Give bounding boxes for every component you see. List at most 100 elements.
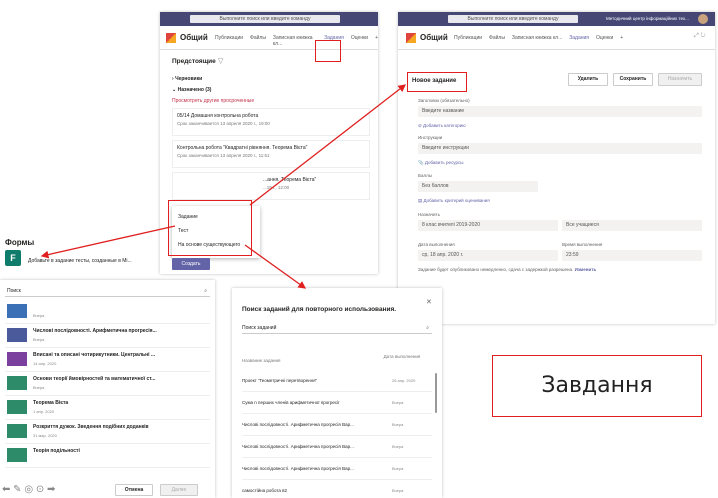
card-title: 05/14 Домашня контрольна робота bbox=[177, 113, 259, 119]
change-link[interactable]: Изменить bbox=[575, 267, 597, 272]
reuse-list: Проект "Геометричні перетворення" 26 апр.… bbox=[242, 370, 432, 498]
schedule-note: Задание будет опубликовано немедленно, с… bbox=[418, 267, 596, 272]
reuse-row[interactable]: Числові послідовності. Арифметична прогр… bbox=[242, 414, 432, 436]
avatar[interactable] bbox=[698, 14, 708, 24]
reuse-row-date: 26 апр. 2020 bbox=[392, 378, 416, 383]
due-date-input[interactable]: ср, 18 апр. 2020 г. bbox=[418, 250, 558, 261]
add-category-link[interactable]: ⊘ Добавить категорию bbox=[418, 123, 466, 129]
filter-icon[interactable]: ▽ bbox=[218, 57, 223, 65]
forms-search-input[interactable]: Поиск ⌕ bbox=[5, 285, 210, 297]
reuse-row[interactable]: самостійна робота в2 Вчера bbox=[242, 480, 432, 498]
note-text: Задание будет опубликовано немедленно, с… bbox=[418, 267, 574, 272]
tab-assignments[interactable]: Задания bbox=[569, 35, 589, 41]
add-rubric-label: Добавить критерий оценивания bbox=[423, 198, 490, 203]
save-button[interactable]: Сохранить bbox=[613, 73, 653, 86]
points-label: Баллы bbox=[418, 173, 432, 178]
instructions-input[interactable]: Введите инструкции bbox=[418, 143, 702, 154]
title-label: Заголовок (обязательно) bbox=[418, 98, 470, 103]
form-date: 31 мар. 2020 bbox=[33, 433, 57, 438]
reuse-row[interactable]: Сума n перших членів арифметичної прогре… bbox=[242, 392, 432, 414]
form-title: Теорема Вієта bbox=[33, 400, 69, 406]
reuse-row-date: Вчера bbox=[392, 444, 404, 449]
search-placeholder: Поиск заданий bbox=[242, 325, 277, 331]
channel-tabs: Публикации Файлы Записная книжка кл... З… bbox=[215, 35, 378, 47]
tab-add[interactable]: + bbox=[620, 35, 623, 41]
dialog-search-input[interactable]: Поиск заданий ⌕ bbox=[242, 322, 432, 334]
search-circle-icon[interactable]: ◎ bbox=[24, 484, 33, 495]
tab-grades[interactable]: Оценки bbox=[596, 35, 613, 41]
form-item[interactable]: Теорія подільності bbox=[5, 444, 210, 468]
col-date-header[interactable]: Дата выполнения bbox=[382, 354, 422, 359]
tab-grades[interactable]: Оценки bbox=[351, 35, 368, 47]
command-search[interactable]: Выполните поиск или введите команду bbox=[448, 15, 578, 23]
assignment-card[interactable]: Контрольна робота "Квадратні рівняння. Т… bbox=[172, 140, 370, 168]
col-name-header[interactable]: Название задания bbox=[242, 358, 281, 363]
tab-posts[interactable]: Публикации bbox=[454, 35, 482, 41]
upcoming-heading: Предстоящие bbox=[172, 58, 216, 65]
search-icon[interactable]: ⌕ bbox=[204, 285, 207, 297]
form-date: 1 апр. 2020 bbox=[33, 409, 55, 414]
form-item[interactable]: Основи теорії ймовірностей та математичн… bbox=[5, 372, 210, 396]
add-category-label: Добавить категорию bbox=[423, 123, 466, 128]
reuse-row-name: Числові послідовності. Арифметична прогр… bbox=[242, 466, 354, 471]
reuse-row[interactable]: Числові послідовності. Арифметична прогр… bbox=[242, 436, 432, 458]
students-select[interactable]: Все учащиеся bbox=[562, 220, 702, 231]
forms-list: Вчера Числові послідовності. Арифметична … bbox=[5, 300, 210, 470]
dialog-title: Поиск заданий для повторного использован… bbox=[242, 306, 397, 313]
reuse-row[interactable]: Проект "Геометричні перетворення" 26 апр.… bbox=[242, 370, 432, 392]
tab-files[interactable]: Файлы bbox=[250, 35, 266, 47]
reuse-row[interactable]: Числові послідовності. Арифметична прогр… bbox=[242, 458, 432, 480]
scrollbar[interactable] bbox=[435, 373, 437, 413]
add-rubric-link[interactable]: ▤ Добавить критерий оценивания bbox=[418, 198, 490, 204]
search-icon[interactable]: ⌕ bbox=[426, 322, 429, 334]
expand-icon[interactable]: ⤢ ↻ bbox=[694, 33, 706, 40]
card-title: Контрольна робота "Квадратні рівняння. Т… bbox=[177, 145, 308, 151]
due-time-input[interactable]: 23:59 bbox=[562, 250, 702, 261]
more-icon[interactable]: ⊙ bbox=[36, 484, 44, 495]
next-button[interactable]: Далее bbox=[160, 484, 198, 496]
overdue-link[interactable]: Просмотреть другие просроченные bbox=[172, 98, 254, 104]
tab-add[interactable]: + bbox=[375, 35, 378, 47]
tab-notebook[interactable]: Записная книжка кл... bbox=[273, 35, 317, 47]
assigned-toggle[interactable]: ⌄ Назначено (3) bbox=[172, 87, 211, 93]
assignment-card[interactable]: ...ання. Теорема Вієта" ...19 г., 12:00 bbox=[172, 172, 370, 200]
tab-posts[interactable]: Публикации bbox=[215, 35, 243, 47]
top-bar: Выполните поиск или введите команду Мето… bbox=[398, 12, 715, 26]
command-search[interactable]: Выполните поиск или введите команду bbox=[190, 15, 340, 23]
channel-name: Общий bbox=[420, 33, 448, 42]
caption-box: Завдання bbox=[492, 355, 702, 417]
reuse-row-date: Вчера bbox=[392, 488, 404, 493]
title-input[interactable]: Введите название bbox=[418, 106, 702, 117]
delete-button[interactable]: Удалить bbox=[568, 73, 608, 86]
points-input[interactable]: Без баллов bbox=[418, 181, 538, 192]
back-arrow-icon[interactable]: ⬅ bbox=[2, 484, 10, 495]
create-button[interactable]: Создать bbox=[172, 258, 210, 270]
tab-files[interactable]: Файлы bbox=[489, 35, 505, 41]
caption-text: Завдання bbox=[541, 373, 653, 398]
form-item[interactable]: Теорема Вієта 1 апр. 2020 bbox=[5, 396, 210, 420]
assignment-card[interactable]: 05/14 Домашня контрольна робота Срок зак… bbox=[172, 108, 370, 136]
reuse-row-date: Вчера bbox=[392, 466, 404, 471]
add-resources-label: Добавить ресурсы bbox=[424, 160, 464, 165]
form-title: Розкриття дужок. Зведення подібних додан… bbox=[33, 424, 149, 430]
reuse-row-name: Числові послідовності. Арифметична прогр… bbox=[242, 422, 354, 427]
card-title: ...ання. Теорема Вієта" bbox=[263, 177, 317, 183]
close-icon[interactable]: ✕ bbox=[426, 298, 432, 306]
due-time-label: Время выполнения bbox=[562, 242, 603, 247]
class-select[interactable]: 8 клас вчителі 2019-2020 bbox=[418, 220, 558, 231]
pen-icon[interactable]: ✎ bbox=[13, 484, 21, 495]
tab-notebook[interactable]: Записная книжка кл... bbox=[512, 35, 562, 41]
form-item[interactable]: Вписані та описані чотирикутники. Центра… bbox=[5, 348, 210, 372]
forward-arrow-icon[interactable]: ➡ bbox=[47, 484, 55, 495]
drafts-toggle[interactable]: › Черновики bbox=[172, 76, 202, 82]
reuse-row-name: Сума n перших членів арифметичної прогре… bbox=[242, 400, 340, 405]
form-item[interactable]: Розкриття дужок. Зведення подібних додан… bbox=[5, 420, 210, 444]
channel-header: Общий Публикации Файлы Записная книжка к… bbox=[398, 26, 715, 50]
top-bar: Выполните поиск или введите команду bbox=[160, 12, 378, 26]
cancel-button[interactable]: Отмена bbox=[115, 484, 153, 496]
forms-list-panel: Поиск ⌕ Вчера Числові послідовності. Ариф… bbox=[0, 280, 215, 498]
assign-button[interactable]: Назначить bbox=[658, 73, 702, 86]
form-item[interactable]: Числові послідовності. Арифметична прогр… bbox=[5, 324, 210, 348]
add-resources-link[interactable]: 📎 Добавить ресурсы bbox=[418, 160, 463, 166]
form-item[interactable]: Вчера bbox=[5, 300, 210, 324]
